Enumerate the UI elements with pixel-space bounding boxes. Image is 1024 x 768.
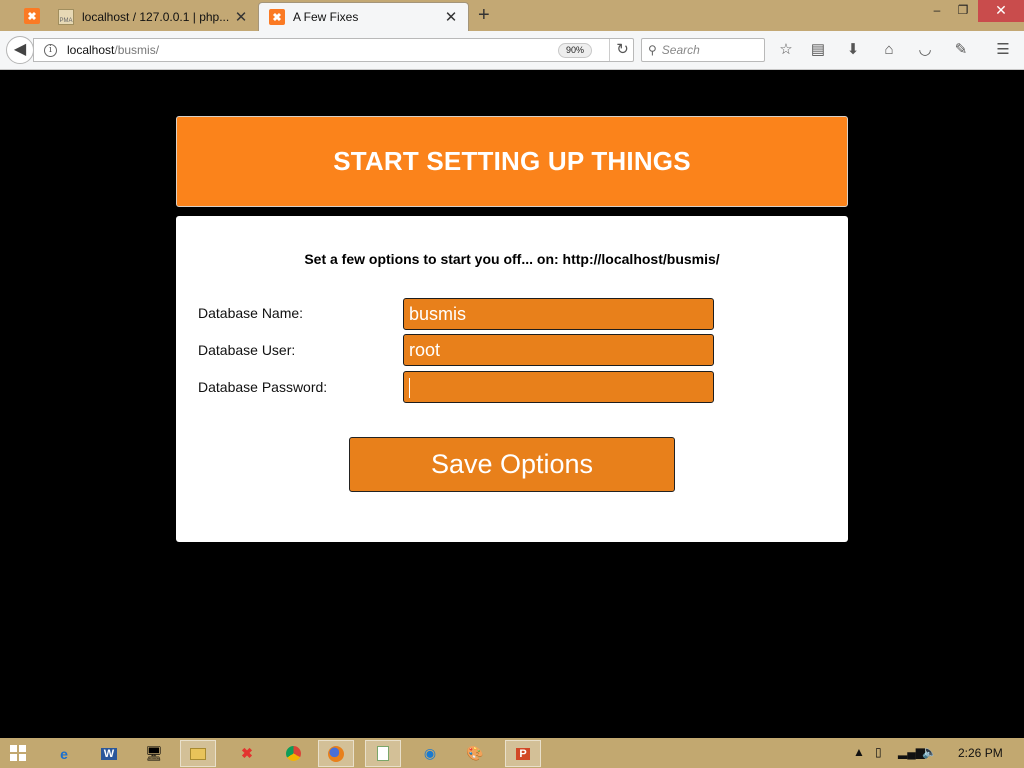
close-tab-icon[interactable]: ✕ (234, 8, 248, 26)
firefox-icon[interactable] (318, 740, 354, 767)
reading-list-icon[interactable]: ▤ (808, 40, 828, 60)
tab-title: A Few Fixes (293, 10, 359, 24)
reload-icon[interactable]: ↻ (609, 39, 635, 61)
tab-phpmyadmin[interactable]: PMA localhost / 127.0.0.1 | php... ✕ (48, 2, 258, 31)
search-placeholder: Search (661, 43, 700, 57)
tab-a-few-fixes[interactable]: ✖ A Few Fixes ✕ (258, 2, 469, 31)
phpmyadmin-icon: PMA (58, 8, 74, 25)
clock[interactable]: 2:26 PM (958, 746, 1003, 760)
database-name-field[interactable]: busmis (403, 298, 714, 330)
windows-taskbar: e W 🖥 ✖ ◉ 🎨 P ▲ ▯ ▂▄▆ 🔈 2:26 PM (0, 738, 1024, 768)
save-options-button[interactable]: Save Options (349, 437, 675, 492)
url-path: /busmis/ (114, 43, 160, 57)
home-icon[interactable]: ⌂ (879, 40, 899, 60)
arrow-left-icon: ◀ (13, 41, 27, 58)
xampp-icon: ✖ (269, 9, 285, 25)
page-content: START SETTING UP THINGS Set a few option… (0, 71, 1024, 738)
url-host: localhost (67, 43, 115, 57)
powerpoint-icon[interactable]: P (505, 740, 541, 767)
search-input[interactable]: ⚲ Search (641, 38, 765, 62)
windows-start-icon[interactable] (10, 745, 26, 761)
close-window-button[interactable]: ✕ (978, 0, 1024, 22)
intro-text: Set a few options to start you off... on… (304, 251, 720, 267)
paint-icon[interactable]: 🎨 (457, 740, 493, 767)
setup-form: Set a few options to start you off... on… (176, 216, 848, 542)
database-user-label: Database User: (198, 342, 296, 358)
navigation-toolbar: ◀ i localhost/busmis/ 90% ↻ ⚲ Search ☆ ▤… (0, 31, 1024, 70)
volume-icon[interactable]: 🔈 (922, 745, 937, 759)
tab-title: localhost / 127.0.0.1 | php... (82, 9, 230, 24)
network-signal-icon[interactable]: ▂▄▆ (898, 745, 925, 759)
word-icon[interactable]: W (91, 740, 127, 767)
database-name-label: Database Name: (198, 305, 304, 321)
xampp-icon[interactable]: ✖ (24, 8, 40, 24)
url-bar[interactable]: i localhost/busmis/ 90% ↻ (33, 38, 634, 62)
battery-icon[interactable]: ▯ (875, 745, 882, 759)
file-explorer-icon[interactable] (180, 740, 216, 767)
database-password-label: Database Password: (198, 379, 328, 395)
download-icon[interactable]: ⬇ (843, 40, 863, 60)
chrome-icon[interactable] (275, 740, 311, 767)
info-icon[interactable]: i (44, 43, 57, 57)
back-button[interactable]: ◀ (6, 36, 34, 64)
header-banner: START SETTING UP THINGS (176, 116, 848, 207)
menu-icon[interactable]: ☰ (993, 40, 1013, 60)
text-caret (409, 378, 410, 399)
database-user-field[interactable]: root (403, 334, 714, 366)
page-title: START SETTING UP THINGS (333, 146, 691, 176)
restore-button[interactable]: ❐ (948, 0, 978, 22)
tab-strip: ✖ PMA localhost / 127.0.0.1 | php... ✕ ✖… (0, 0, 1024, 31)
internet-explorer-icon[interactable]: e (46, 740, 82, 767)
close-tab-icon[interactable]: ✕ (444, 8, 458, 26)
pocket-icon[interactable]: ◡ (915, 40, 935, 60)
database-password-field[interactable] (403, 371, 714, 403)
star-icon[interactable]: ☆ (776, 40, 796, 60)
show-hidden-icons-icon[interactable]: ▲ (853, 745, 865, 759)
notepad-icon[interactable] (365, 740, 401, 767)
new-tab-button[interactable]: + (478, 4, 490, 27)
xampp-icon[interactable]: ✖ (229, 740, 265, 767)
edge-icon[interactable]: ◉ (412, 740, 448, 767)
remote-desktop-icon[interactable]: 🖥 (136, 740, 172, 767)
search-icon: ⚲ (648, 43, 657, 57)
zoom-indicator[interactable]: 90% (558, 43, 593, 58)
eyedropper-icon[interactable]: ✎ (951, 40, 971, 60)
